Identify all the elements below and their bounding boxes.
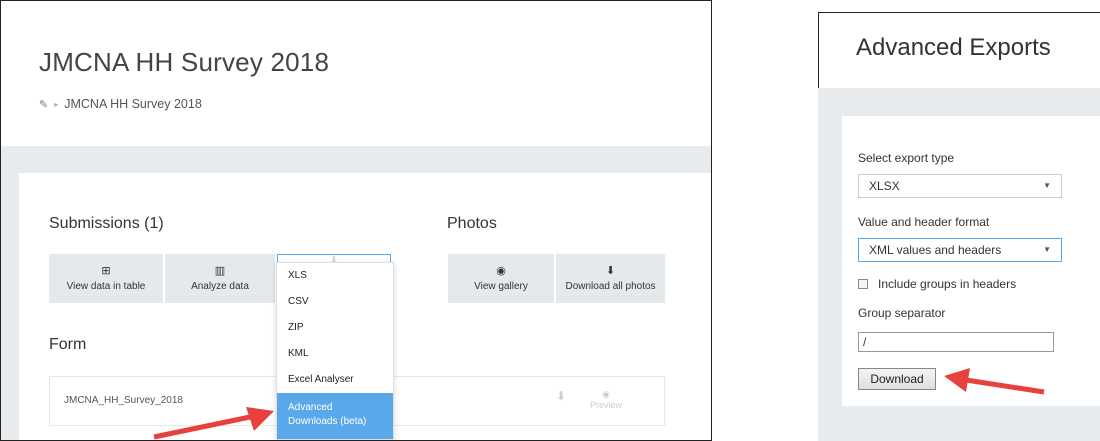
form-heading: Form (49, 336, 87, 353)
include-groups-row: Include groups in headers (858, 277, 1016, 291)
download-icon: ⬇ (605, 264, 616, 277)
format-select[interactable]: XML values and headers ▼ (858, 238, 1062, 262)
format-value: XML values and headers (869, 243, 1002, 257)
include-groups-label: Include groups in headers (878, 277, 1017, 291)
page-title: JMCNA HH Survey 2018 (39, 47, 330, 77)
table-icon: ⊞ (101, 264, 111, 277)
annotation-arrow (153, 407, 274, 440)
view-data-table-button[interactable]: ⊞ View data in table (49, 254, 163, 303)
export-type-select[interactable]: XLSX ▼ (858, 174, 1062, 198)
menu-item-xls[interactable]: XLS (277, 263, 393, 289)
download-photos-label: Download all photos (565, 281, 656, 293)
breadcrumb-separator: ▸ (54, 99, 59, 109)
project-panel: JMCNA HH Survey 2018 ✎ ▸ JMCNA HH Survey… (0, 0, 712, 441)
advanced-exports-title: Advanced Exports (856, 34, 1051, 61)
analyze-data-label: Analyze data (191, 281, 249, 293)
analyze-data-button[interactable]: ▥ Analyze data (165, 254, 275, 303)
menu-item-excel-analyser[interactable]: Excel Analyser (277, 367, 393, 393)
view-data-table-label: View data in table (66, 281, 146, 293)
preview-label: Preview (590, 399, 623, 410)
export-format-menu: XLS CSV ZIP KML Excel Analyser Advanced D… (276, 262, 394, 440)
submissions-heading: Submissions (1) (49, 215, 164, 232)
link-icon: ✎ (39, 98, 49, 111)
export-type-value: XLSX (869, 179, 900, 193)
include-groups-checkbox[interactable] (858, 279, 868, 289)
photos-heading: Photos (447, 215, 497, 232)
chevron-down-icon: ▼ (1043, 245, 1051, 254)
download-button[interactable]: Download (858, 368, 936, 390)
breadcrumb: ✎ ▸ JMCNA HH Survey 2018 (39, 97, 202, 111)
group-separator-label: Group separator (858, 306, 946, 320)
export-type-label: Select export type (858, 151, 955, 165)
format-label: Value and header format (858, 215, 990, 229)
download-photos-button[interactable]: ⬇ Download all photos (556, 254, 665, 303)
chevron-down-icon: ▼ (1043, 181, 1051, 190)
eye-icon: ◉ (602, 389, 610, 399)
view-gallery-label: View gallery (474, 281, 528, 293)
breadcrumb-item[interactable]: JMCNA HH Survey 2018 (64, 97, 202, 111)
menu-item-csv[interactable]: CSV (277, 289, 393, 315)
preview-button[interactable]: ◉ Preview (590, 389, 622, 411)
menu-item-kml[interactable]: KML (277, 341, 393, 367)
view-gallery-button[interactable]: ◉ View gallery (448, 254, 554, 303)
eye-icon: ◉ (496, 264, 506, 277)
annotation-arrow (944, 368, 1045, 395)
group-separator-input[interactable]: / (858, 332, 1054, 352)
download-icon[interactable]: ⬇ (556, 389, 566, 403)
bar-chart-icon: ▥ (214, 264, 226, 277)
menu-item-zip[interactable]: ZIP (277, 315, 393, 341)
menu-item-advanced-downloads[interactable]: Advanced Downloads (beta) (277, 393, 393, 439)
advanced-exports-content: Advanced Exports Select export type XLSX… (818, 12, 1100, 441)
